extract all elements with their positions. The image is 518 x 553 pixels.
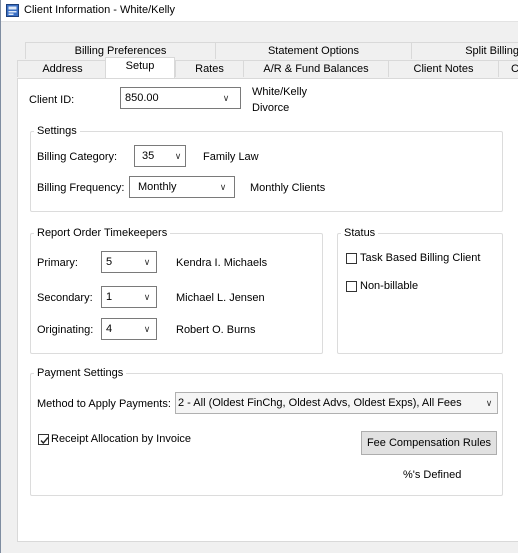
task-based-billing-label: Task Based Billing Client: [360, 252, 481, 264]
non-billable-label: Non-billable: [360, 280, 419, 292]
receipt-allocation-label: Receipt Allocation by Invoice: [51, 433, 192, 445]
chevron-down-icon[interactable]: ∨: [139, 287, 155, 307]
tab-address[interactable]: Address: [17, 60, 107, 77]
method-to-apply-payments-combo[interactable]: 2 - All (Oldest FinChg, Oldest Advs, Old…: [175, 392, 498, 414]
tab-client-notes[interactable]: Client Notes: [388, 60, 498, 77]
billing-frequency-value: Monthly: [138, 181, 177, 193]
method-to-apply-payments-value: 2 - All (Oldest FinChg, Oldest Advs, Old…: [178, 397, 462, 409]
billing-category-label: Billing Category:: [37, 151, 118, 163]
fee-defined-text: %'s Defined: [403, 469, 462, 481]
settings-group: [30, 131, 503, 212]
window-title: Client Information - White/Kelly: [24, 4, 175, 16]
secondary-name: Michael L. Jensen: [176, 292, 265, 304]
tab-setup[interactable]: Setup: [105, 57, 175, 78]
billing-frequency-desc: Monthly Clients: [250, 182, 326, 194]
originating-name: Robert O. Burns: [176, 324, 256, 336]
secondary-value: 1: [106, 291, 113, 303]
tab-split-billing[interactable]: Split Billing: [411, 42, 518, 59]
status-group-title: Status: [341, 227, 379, 239]
fee-compensation-rules-button[interactable]: Fee Compensation Rules: [361, 431, 497, 455]
client-information-window: Client Information - White/Kelly Billing…: [0, 0, 518, 553]
client-id-value: 850.00: [125, 92, 159, 104]
timekeepers-group-title: Report Order Timekeepers: [34, 227, 171, 239]
payment-settings-group-title: Payment Settings: [34, 367, 127, 379]
settings-group-title: Settings: [34, 125, 80, 137]
title-bar: Client Information - White/Kelly: [1, 0, 518, 22]
client-id-label: Client ID:: [29, 94, 75, 106]
checkmark-icon: [40, 437, 49, 445]
secondary-label: Secondary:: [37, 292, 93, 304]
billing-category-value: 35: [142, 150, 155, 162]
billing-frequency-label: Billing Frequency:: [37, 182, 125, 194]
method-to-apply-payments-label: Method to Apply Payments:: [37, 398, 171, 410]
originating-label: Originating:: [37, 324, 94, 336]
billing-category-desc: Family Law: [203, 151, 259, 163]
chevron-down-icon[interactable]: ∨: [481, 393, 497, 413]
task-based-billing-checkbox[interactable]: [346, 253, 357, 264]
chevron-down-icon[interactable]: ∨: [139, 319, 155, 339]
receipt-allocation-checkbox[interactable]: [38, 434, 49, 445]
originating-value: 4: [106, 323, 113, 335]
chevron-down-icon[interactable]: ∨: [139, 252, 155, 272]
primary-value: 5: [106, 256, 113, 268]
non-billable-checkbox[interactable]: [346, 281, 357, 292]
chevron-down-icon[interactable]: ∨: [218, 88, 234, 108]
tab-statement-options[interactable]: Statement Options: [215, 42, 411, 59]
tab-rates[interactable]: Rates: [175, 60, 243, 77]
client-description: Divorce: [252, 102, 290, 114]
chevron-down-icon[interactable]: ∨: [170, 146, 186, 166]
tab-c-truncated[interactable]: C: [498, 60, 518, 77]
client-info-app-icon: [6, 4, 19, 17]
primary-label: Primary:: [37, 257, 78, 269]
client-name: White/Kelly: [252, 86, 308, 98]
tab-ar-fund-balances[interactable]: A/R & Fund Balances: [243, 60, 388, 77]
primary-name: Kendra I. Michaels: [176, 257, 268, 269]
chevron-down-icon[interactable]: ∨: [215, 177, 231, 197]
